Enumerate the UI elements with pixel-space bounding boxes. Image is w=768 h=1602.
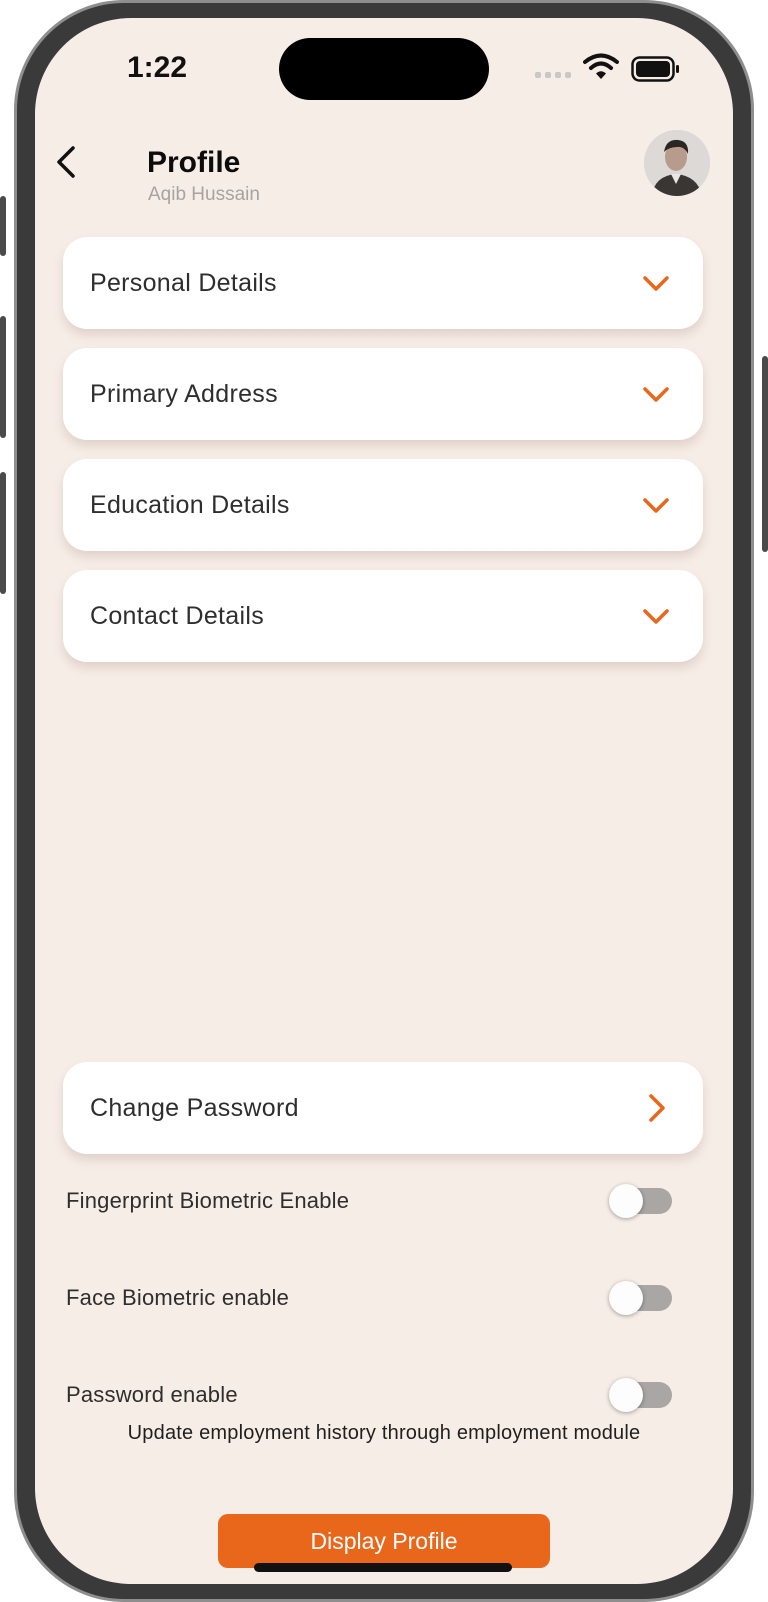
power-button (762, 356, 768, 552)
chevron-right-icon (649, 1094, 665, 1122)
change-password-button[interactable]: Change Password (63, 1062, 703, 1154)
toggle-row-fingerprint: Fingerprint Biometric Enable (66, 1181, 672, 1221)
status-time: 1:22 (127, 51, 188, 84)
toggle-knob (609, 1378, 643, 1412)
toggle-label: Password enable (66, 1382, 238, 1407)
password-toggle[interactable] (609, 1378, 672, 1412)
home-indicator[interactable] (254, 1563, 512, 1572)
avatar[interactable] (644, 130, 710, 196)
fingerprint-biometric-toggle[interactable] (609, 1184, 672, 1218)
dynamic-island (279, 38, 489, 100)
cellular-signal-icon (535, 72, 571, 78)
section-label: Contact Details (90, 601, 265, 630)
section-education-details[interactable]: Education Details (63, 459, 703, 551)
toggle-row-face: Face Biometric enable (66, 1278, 672, 1318)
section-label: Primary Address (90, 379, 278, 408)
chevron-down-icon (643, 387, 669, 402)
section-primary-address[interactable]: Primary Address (63, 348, 703, 440)
battery-icon (631, 56, 679, 82)
toggle-row-password: Password enable (66, 1375, 672, 1415)
chevron-down-icon (643, 609, 669, 624)
volume-down-button (0, 472, 6, 594)
section-label: Personal Details (90, 268, 277, 297)
section-personal-details[interactable]: Personal Details (63, 237, 703, 329)
section-contact-details[interactable]: Contact Details (63, 570, 703, 662)
volume-up-button (0, 316, 6, 438)
user-avatar-image (644, 130, 710, 196)
section-label: Education Details (90, 490, 290, 519)
face-biometric-toggle[interactable] (609, 1281, 672, 1315)
employment-note: Update employment history through employ… (127, 1422, 641, 1444)
action-button (0, 196, 6, 256)
app-screen: 1:22 Profile Aqib Hussain Personal Detai… (35, 18, 733, 1584)
chevron-down-icon (643, 498, 669, 513)
toggle-knob (609, 1281, 643, 1315)
toggle-label: Face Biometric enable (66, 1285, 290, 1310)
toggle-label: Fingerprint Biometric Enable (66, 1188, 350, 1213)
change-password-label: Change Password (90, 1093, 299, 1122)
page-title: Profile (147, 146, 241, 179)
back-chevron-icon[interactable] (47, 142, 87, 182)
display-profile-button[interactable]: Display Profile (218, 1514, 550, 1568)
wifi-icon (583, 53, 619, 79)
chevron-down-icon (643, 276, 669, 291)
toggle-knob (609, 1184, 643, 1218)
user-name: Aqib Hussain (148, 184, 260, 205)
